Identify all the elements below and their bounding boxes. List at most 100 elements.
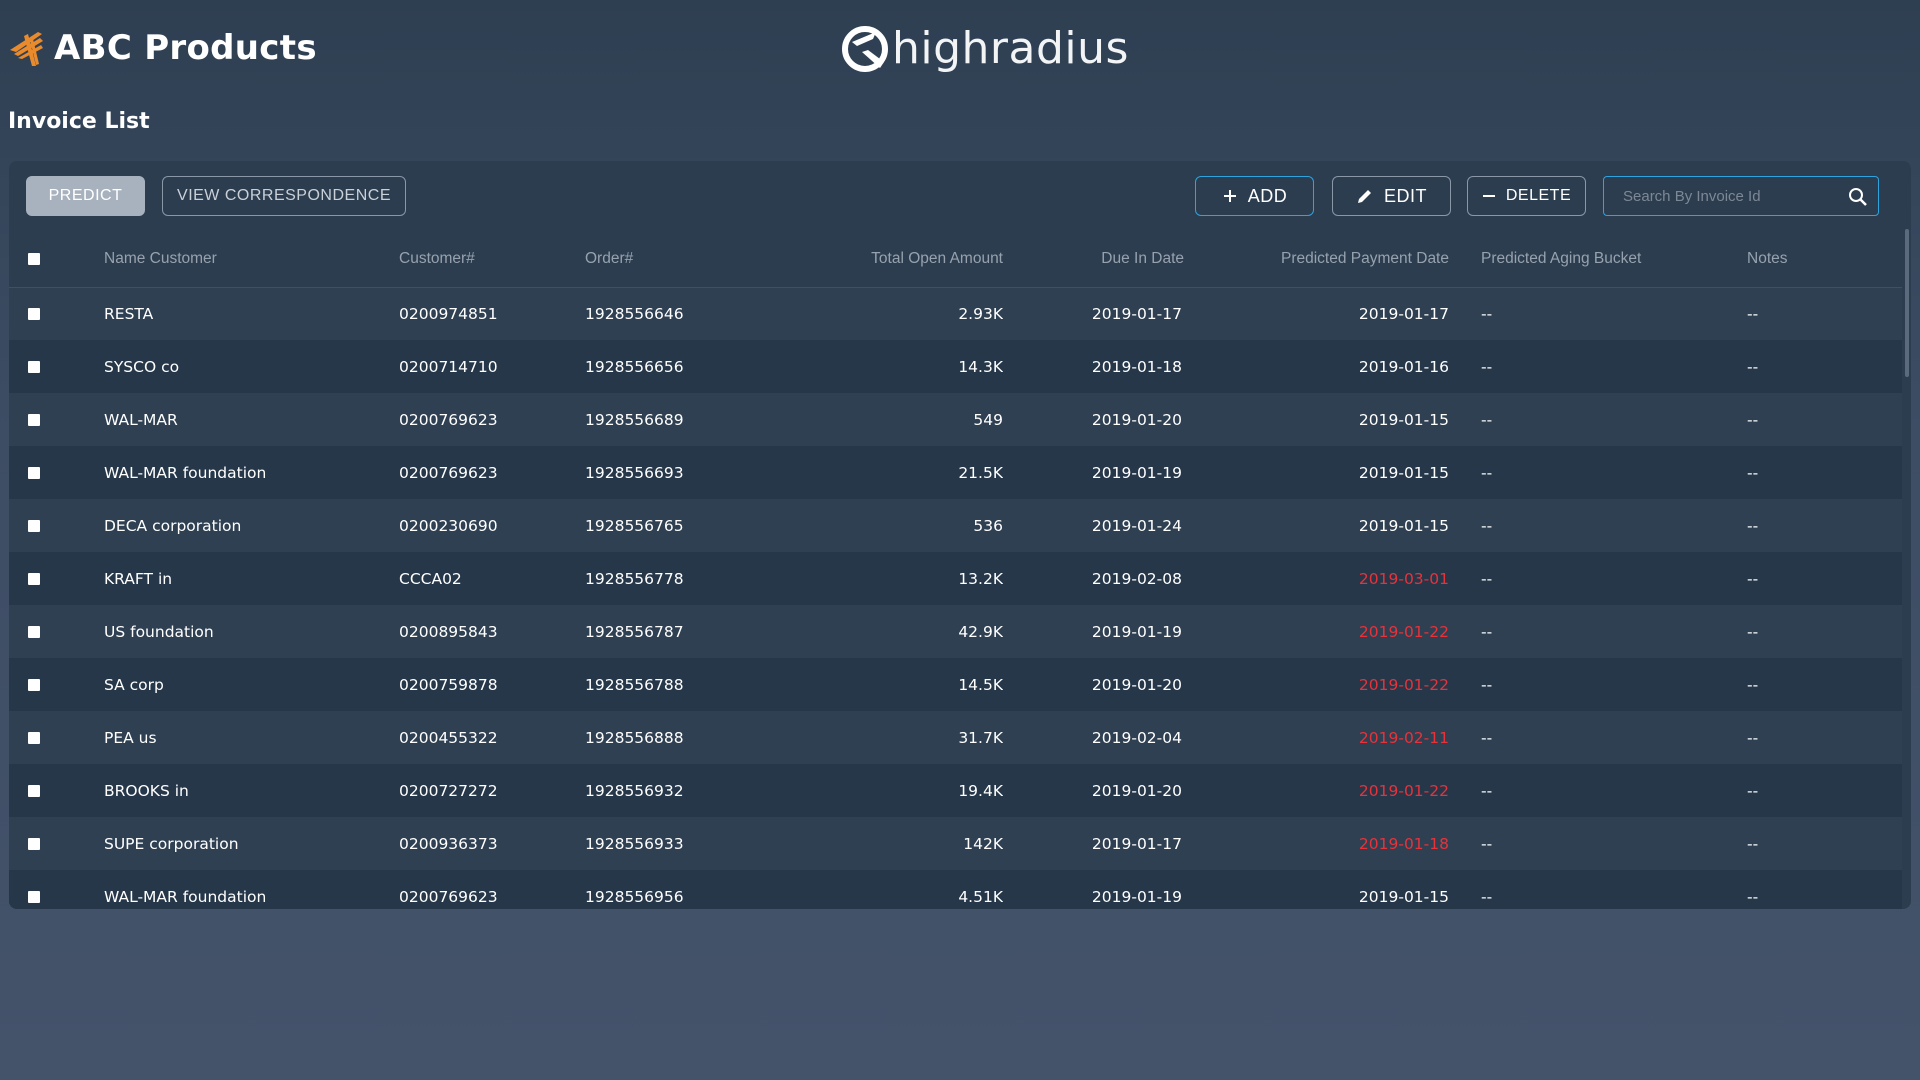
table-row[interactable]: WAL-MAR foundation 0200769623 1928556693 21… xyxy=(9,446,1902,499)
row-select-cell xyxy=(9,605,104,658)
delete-button[interactable]: DELETE xyxy=(1467,176,1586,216)
cell-name-customer: KRAFT in xyxy=(104,569,173,588)
search-icon[interactable] xyxy=(1848,187,1868,211)
cell-due-in-date: 2019-01-20 xyxy=(1091,410,1182,429)
row-checkbox[interactable] xyxy=(28,413,40,426)
table-row[interactable]: WAL-MAR 0200769623 1928556689 549 2019-01-20… xyxy=(9,393,1902,446)
column-header-predicted-payment-date[interactable]: Predicted Payment Date xyxy=(1188,231,1449,288)
table-row[interactable]: US foundation 0200895843 1928556787 42.9K 20… xyxy=(9,605,1902,658)
row-checkbox[interactable] xyxy=(28,466,40,479)
cell-total-open-amount: 14.5K xyxy=(958,675,1003,694)
edit-button-label: EDIT xyxy=(1383,185,1427,206)
row-checkbox[interactable] xyxy=(28,784,40,797)
plus-icon xyxy=(1222,188,1238,204)
app-header: ABC Products highradius xyxy=(0,0,1920,100)
cell-total-open-amount: 536 xyxy=(973,516,1003,535)
predict-button[interactable]: PREDICT xyxy=(26,176,145,216)
column-header-customer-number[interactable]: Customer# xyxy=(399,231,585,288)
cell-customer-number: 0200230690 xyxy=(399,516,498,535)
row-checkbox[interactable] xyxy=(28,625,40,638)
cell-predicted-aging-bucket: -- xyxy=(1481,834,1493,853)
table-row[interactable]: SA corp 0200759878 1928556788 14.5K 2019-01-… xyxy=(9,658,1902,711)
cell-predicted-payment-date: 2019-01-15 xyxy=(1358,463,1449,482)
abc-bird-logo-icon xyxy=(10,32,43,66)
cell-total-open-amount: 31.7K xyxy=(958,728,1003,747)
cell-order-number: 1928556693 xyxy=(585,463,684,482)
cell-notes: -- xyxy=(1747,357,1759,376)
select-all-checkbox[interactable] xyxy=(28,252,40,265)
row-checkbox[interactable] xyxy=(28,731,40,744)
cell-predicted-aging-bucket: -- xyxy=(1481,569,1493,588)
cell-order-number: 1928556787 xyxy=(585,622,684,641)
cell-order-number: 1928556778 xyxy=(585,569,684,588)
row-checkbox[interactable] xyxy=(28,519,40,532)
row-checkbox[interactable] xyxy=(28,572,40,585)
cell-customer-number: 0200455322 xyxy=(399,728,498,747)
cell-due-in-date: 2019-01-17 xyxy=(1091,304,1182,323)
page-title: Invoice List xyxy=(8,109,150,134)
row-checkbox[interactable] xyxy=(28,678,40,691)
cell-predicted-aging-bucket: -- xyxy=(1481,304,1493,323)
cell-customer-number: 0200936373 xyxy=(399,834,498,853)
cell-due-in-date: 2019-01-19 xyxy=(1091,887,1182,906)
row-select-cell xyxy=(9,817,104,870)
cell-name-customer: US foundation xyxy=(104,622,214,641)
cell-notes: -- xyxy=(1747,675,1759,694)
cell-due-in-date: 2019-02-08 xyxy=(1091,569,1182,588)
cell-name-customer: SUPE corporation xyxy=(104,834,239,853)
cell-customer-number: 0200727272 xyxy=(399,781,498,800)
cell-predicted-aging-bucket: -- xyxy=(1481,410,1493,429)
table-row[interactable]: WAL-MAR foundation 0200769623 1928556956 4.… xyxy=(9,870,1902,909)
table-row[interactable]: KRAFT in CCCA02 1928556778 13.2K 2019-02-08 2… xyxy=(9,552,1902,605)
column-header-name-customer[interactable]: Name Customer xyxy=(104,231,399,288)
table-scrollbar[interactable] xyxy=(1905,229,1909,377)
edit-button[interactable]: EDIT xyxy=(1332,176,1451,216)
cell-total-open-amount: 13.2K xyxy=(958,569,1003,588)
cell-order-number: 1928556956 xyxy=(585,887,684,906)
cell-predicted-payment-date: 2019-01-15 xyxy=(1358,410,1449,429)
row-checkbox[interactable] xyxy=(28,307,40,320)
cell-notes: -- xyxy=(1747,410,1759,429)
cell-total-open-amount: 2.93K xyxy=(958,304,1003,323)
highradius-logo-icon xyxy=(842,26,888,72)
cell-name-customer: RESTA xyxy=(104,304,154,323)
column-header-due-in-date[interactable]: Due In Date xyxy=(1003,231,1188,288)
cell-order-number: 1928556765 xyxy=(585,516,684,535)
row-select-cell xyxy=(9,870,104,909)
cell-total-open-amount: 142K xyxy=(963,834,1003,853)
cell-total-open-amount: 549 xyxy=(973,410,1003,429)
column-header-total-open-amount[interactable]: Total Open Amount xyxy=(698,231,1003,288)
table-row[interactable]: PEA us 0200455322 1928556888 31.7K 2019-02-0… xyxy=(9,711,1902,764)
cell-predicted-aging-bucket: -- xyxy=(1481,622,1493,641)
brand: ABC Products xyxy=(8,28,317,68)
cell-order-number: 1928556932 xyxy=(585,781,684,800)
cell-total-open-amount: 4.51K xyxy=(958,887,1003,906)
cell-customer-number: 0200769623 xyxy=(399,887,498,906)
table-row[interactable]: DECA corporation 0200230690 1928556765 536 2… xyxy=(9,499,1902,552)
cell-due-in-date: 2019-01-19 xyxy=(1091,463,1182,482)
view-correspondence-button[interactable]: VIEW CORRESPONDENCE xyxy=(162,176,406,216)
table-row[interactable]: SYSCO co 0200714710 1928556656 14.3K 2019-01… xyxy=(9,340,1902,393)
column-header-order-number[interactable]: Order# xyxy=(585,231,698,288)
cell-notes: -- xyxy=(1747,516,1759,535)
table-row[interactable]: SUPE corporation 0200936373 1928556933 142K… xyxy=(9,817,1902,870)
table-row[interactable]: RESTA 0200974851 1928556646 2.93K 2019-01-17… xyxy=(9,287,1902,340)
add-button-label: ADD xyxy=(1247,185,1288,206)
cell-predicted-aging-bucket: -- xyxy=(1481,463,1493,482)
column-header-predicted-aging-bucket[interactable]: Predicted Aging Bucket xyxy=(1449,231,1747,288)
row-checkbox[interactable] xyxy=(28,890,40,903)
column-header-notes[interactable]: Notes xyxy=(1747,231,1902,288)
cell-predicted-payment-date: 2019-01-16 xyxy=(1358,357,1449,376)
cell-name-customer: SA corp xyxy=(104,675,164,694)
table-row[interactable]: BROOKS in 0200727272 1928556932 19.4K 2019-0… xyxy=(9,764,1902,817)
table-body: RESTA 0200974851 1928556646 2.93K 2019-01-17… xyxy=(9,287,1902,909)
cell-due-in-date: 2019-01-17 xyxy=(1091,834,1182,853)
row-checkbox[interactable] xyxy=(28,360,40,373)
cell-notes: -- xyxy=(1747,463,1759,482)
search-input[interactable] xyxy=(1621,186,1845,206)
add-button[interactable]: ADD xyxy=(1195,176,1314,216)
cell-predicted-aging-bucket: -- xyxy=(1481,675,1493,694)
cell-name-customer: WAL-MAR foundation xyxy=(104,887,267,906)
cell-notes: -- xyxy=(1747,887,1759,906)
row-checkbox[interactable] xyxy=(28,837,40,850)
